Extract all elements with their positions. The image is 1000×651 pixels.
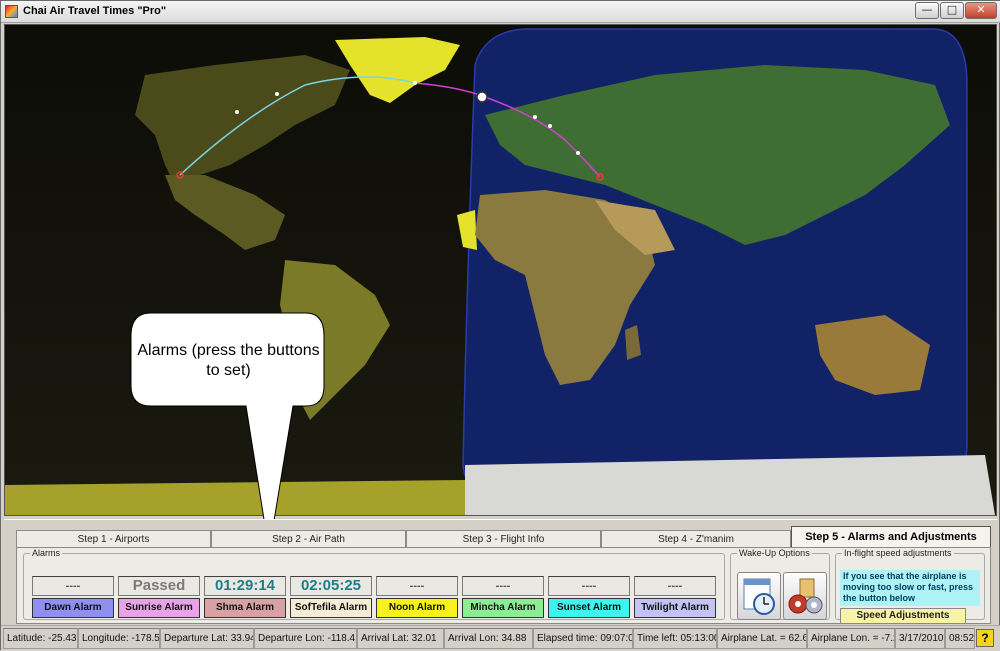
alarm-time-display: 02:05:25 [290, 576, 372, 596]
app-icon [5, 5, 18, 18]
status-airplane-lat: Airplane Lat. = 62.6 [717, 628, 807, 649]
antarctica-day-landmass [465, 455, 995, 515]
tab-content: Alarms ---- Dawn Alarm Passed Sunrise Alarm… [16, 547, 991, 624]
close-button[interactable]: ✕ [965, 2, 997, 19]
wakeup-legend: Wake-Up Options [739, 548, 810, 558]
world-map-canvas [5, 25, 996, 515]
status-arrival-lat: Arrival Lat: 32.01 [357, 628, 444, 649]
path-waypoint [548, 124, 552, 128]
path-waypoint [576, 151, 580, 155]
tab-step-4[interactable]: Step 4 - Z'manim [601, 530, 791, 548]
speed-legend: In-flight speed adjustments [844, 548, 952, 558]
alarm-button[interactable]: SofTefila Alarm [290, 598, 372, 618]
alarm-time-display: 01:29:14 [204, 576, 286, 596]
status-time-left: Time left: 05:13:00 [633, 628, 717, 649]
path-waypoint [533, 115, 537, 119]
alarm-button[interactable]: Mincha Alarm [462, 598, 544, 618]
status-time: 08:52 [945, 628, 975, 649]
world-map[interactable] [4, 24, 997, 516]
path-waypoint [413, 81, 417, 85]
clock-calendar-icon[interactable] [737, 572, 781, 620]
tab-step-5[interactable]: Step 5 - Alarms and Adjustments [791, 526, 991, 549]
alarm-time-display: ---- [462, 576, 544, 596]
step-tabs: Step 1 - Airports Step 2 - Air Path Step… [16, 526, 991, 549]
alarm-button[interactable]: Twilight Alarm [634, 598, 716, 618]
alarm-time-display: ---- [634, 576, 716, 596]
callout-text: Alarms (press the buttons to set) [137, 342, 320, 379]
window-title: Chai Air Travel Times "Pro" [23, 5, 167, 17]
help-button[interactable]: ? [976, 629, 994, 647]
minimize-button[interactable]: — [915, 2, 939, 19]
path-waypoint [235, 110, 239, 114]
alarm-button[interactable]: Dawn Alarm [32, 598, 114, 618]
app-window: Chai Air Travel Times "Pro" — □ ✕ Alarms… [0, 0, 1000, 650]
alarm-time-display: ---- [32, 576, 114, 596]
status-arrival-lon: Arrival Lon: 34.88 [444, 628, 533, 649]
airplane-position-marker [476, 91, 488, 103]
alarm-button[interactable]: Sunrise Alarm [118, 598, 200, 618]
antarctica-night-landmass [5, 480, 467, 515]
alarm-button[interactable]: Sunset Alarm [548, 598, 630, 618]
wakeup-options-group: Wake-Up Options [730, 548, 830, 620]
status-departure-lat: Departure Lat: 33.94 [160, 628, 254, 649]
alarm-time-display: ---- [376, 576, 458, 596]
alarms-legend: Alarms [32, 548, 61, 558]
title-bar[interactable]: Chai Air Travel Times "Pro" — □ ✕ [1, 1, 1000, 23]
alarm-button[interactable]: Noon Alarm [376, 598, 458, 618]
tab-step-3[interactable]: Step 3 - Flight Info [406, 530, 601, 548]
tab-step-2[interactable]: Step 2 - Air Path [211, 530, 406, 548]
status-latitude: Latitude: -25.43 [3, 628, 78, 649]
speed-note: If you see that the airplane is moving t… [840, 570, 980, 606]
speed-adjustments-group: In-flight speed adjustments If you see t… [835, 548, 985, 624]
status-airplane-lon: Airplane Lon. = -7.2 [807, 628, 895, 649]
maximize-button[interactable]: □ [940, 2, 964, 19]
path-waypoint [275, 92, 279, 96]
status-departure-lon: Departure Lon: -118.41 [254, 628, 357, 649]
alarm-time-display: Passed [118, 576, 200, 596]
alarm-button[interactable]: Shma Alarm [204, 598, 286, 618]
speed-adjustments-button[interactable]: Speed Adjustments [840, 608, 966, 624]
status-longitude: Longitude: -178.5 [78, 628, 160, 649]
status-date: 3/17/2010 [895, 628, 945, 649]
wake-settings-icon[interactable] [783, 572, 827, 620]
status-elapsed-time: Elapsed time: 09:07:00 [533, 628, 633, 649]
alarms-group: Alarms ---- Dawn Alarm Passed Sunrise Alarm… [23, 548, 725, 620]
tab-step-1[interactable]: Step 1 - Airports [16, 530, 211, 548]
control-panel: Step 1 - Airports Step 2 - Air Path Step… [4, 519, 997, 625]
status-bar: Latitude: -25.43 Longitude: -178.5 Depar… [1, 625, 1000, 650]
alarm-time-display: ---- [548, 576, 630, 596]
